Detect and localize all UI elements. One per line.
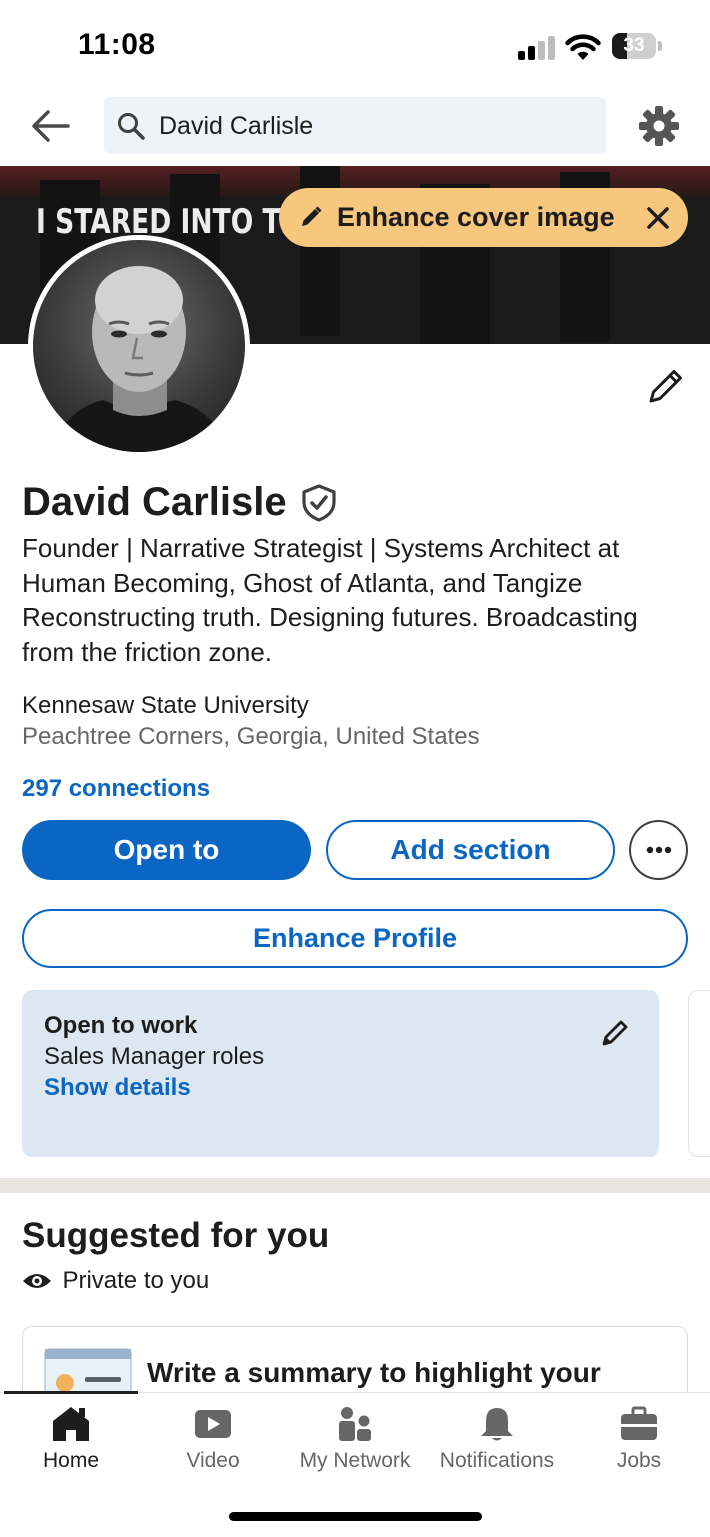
enhance-cover-image-label: Enhance cover image: [337, 202, 615, 232]
nav-my-network-label: My Network: [299, 1449, 411, 1472]
private-row: Private to you: [22, 1267, 209, 1297]
connections-link[interactable]: 297 connections: [22, 775, 210, 803]
battery-icon: 33: [612, 33, 662, 59]
private-label: Private to you: [62, 1267, 210, 1294]
edit-intro-pencil-icon[interactable]: [646, 366, 686, 406]
nav-home-label: Home: [42, 1449, 100, 1472]
nav-jobs-label: Jobs: [616, 1449, 662, 1472]
cover-image-text: I STARED INTO TH: [36, 202, 303, 242]
nav-video[interactable]: Video: [142, 1393, 284, 1483]
wifi-icon: [565, 34, 601, 60]
profile-name: David Carlisle: [22, 480, 287, 524]
profile-location: Peachtree Corners, Georgia, United State…: [22, 723, 480, 750]
bell-icon: [481, 1408, 513, 1441]
back-arrow-icon[interactable]: [28, 104, 74, 148]
nav-notifications-label: Notifications: [439, 1449, 555, 1472]
home-icon: [53, 1407, 89, 1441]
show-details-link[interactable]: Show details: [44, 1074, 191, 1102]
open-to-button[interactable]: Open to: [22, 820, 311, 880]
enhance-profile-button[interactable]: Enhance Profile: [22, 909, 688, 968]
next-card-peek[interactable]: [688, 990, 710, 1157]
nav-notifications[interactable]: Notifications: [426, 1393, 568, 1483]
nav-my-network[interactable]: My Network: [284, 1393, 426, 1483]
nav-video-label: Video: [186, 1449, 240, 1472]
open-to-work-card[interactable]: Open to work Sales Manager roles Show de…: [22, 990, 659, 1157]
edit-pencil-icon[interactable]: [600, 1018, 630, 1048]
nav-jobs[interactable]: Jobs: [568, 1393, 710, 1483]
search-input[interactable]: David Carlisle: [104, 97, 606, 154]
more-dots-icon: [646, 846, 672, 854]
verified-shield-icon[interactable]: [301, 483, 337, 522]
status-time: 11:08: [78, 28, 156, 61]
search-icon: [118, 113, 145, 140]
enhance-cover-image-button[interactable]: Enhance cover image: [279, 188, 688, 247]
open-to-work-roles: Sales Manager roles: [44, 1043, 265, 1070]
nav-home[interactable]: Home: [0, 1393, 142, 1483]
profile-photo[interactable]: [28, 235, 250, 457]
status-bar: 11:08 33: [0, 0, 710, 90]
section-divider: [0, 1178, 710, 1193]
profile-name-row: David Carlisle: [22, 480, 337, 530]
network-icon: [339, 1407, 371, 1441]
eye-icon: [23, 1274, 51, 1288]
gear-icon[interactable]: [638, 105, 680, 147]
suggested-title: Suggested for you: [22, 1216, 330, 1255]
search-value[interactable]: David Carlisle: [159, 112, 313, 141]
add-section-button[interactable]: Add section: [326, 820, 615, 880]
video-icon: [195, 1410, 231, 1438]
home-indicator[interactable]: [229, 1512, 482, 1521]
more-options-button[interactable]: [629, 820, 688, 880]
profile-headline: Founder | Narrative Strategist | Systems…: [22, 533, 638, 667]
battery-percent: 33: [623, 35, 645, 56]
cellular-signal-icon: [518, 36, 556, 60]
close-icon[interactable]: [646, 206, 670, 230]
open-to-work-title: Open to work: [44, 1012, 198, 1039]
profile-photo-image: [53, 266, 228, 452]
suggestion-text: Write a summary to highlight your: [147, 1357, 601, 1388]
pencil-icon: [302, 206, 322, 226]
profile-school[interactable]: Kennesaw State University: [22, 692, 309, 720]
briefcase-icon: [621, 1406, 657, 1440]
